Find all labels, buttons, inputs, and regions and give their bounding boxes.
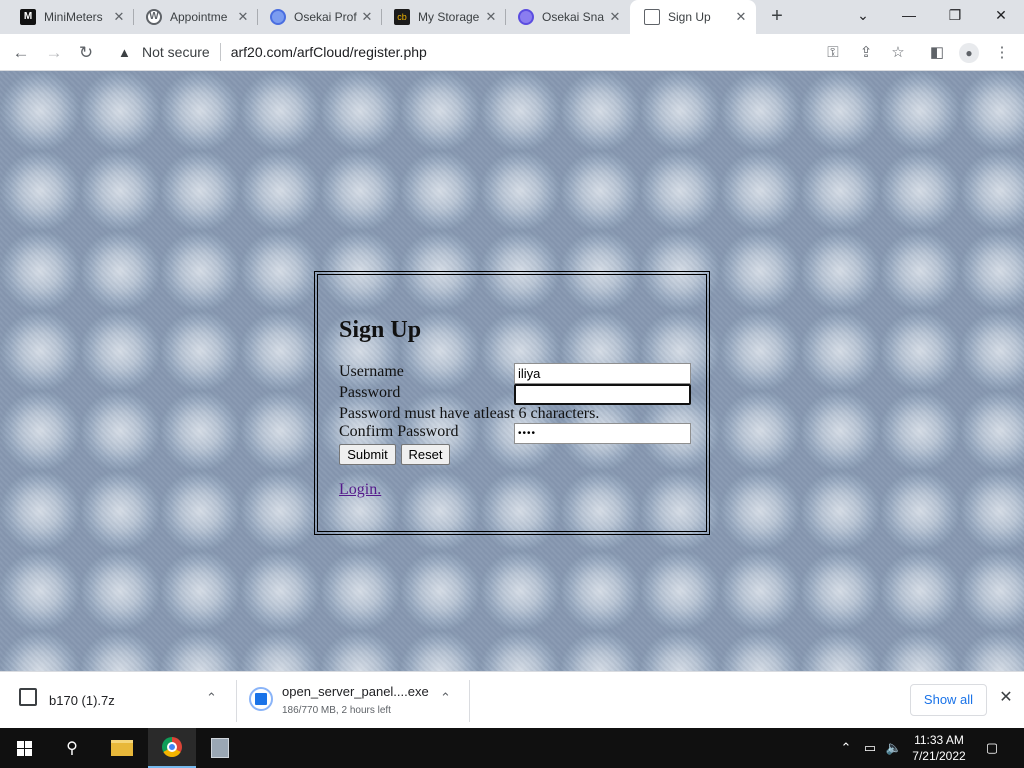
username-label: Username xyxy=(339,363,404,380)
password-label: Password xyxy=(339,384,401,401)
login-link[interactable]: Login. xyxy=(339,481,381,499)
show-all-button[interactable]: Show all xyxy=(910,684,987,716)
warning-icon[interactable]: ▲ xyxy=(118,45,134,60)
forward-button[interactable]: → xyxy=(41,40,67,66)
search-button[interactable]: ⚲ xyxy=(48,728,96,768)
folder-icon xyxy=(111,740,133,756)
clock-date: 7/21/2022 xyxy=(912,749,966,763)
file-explorer-button[interactable] xyxy=(98,728,146,768)
security-label[interactable]: Not secure xyxy=(142,44,210,60)
tab-minimeters[interactable]: M MiniMeters ✕ xyxy=(0,0,134,34)
search-icon: ⚲ xyxy=(66,740,78,757)
signup-form-box: Sign Up Username Password Password must … xyxy=(314,271,710,535)
tab-search-button[interactable]: ⌄ xyxy=(840,0,886,32)
tab-strip: M MiniMeters ✕ W Appointme ✕ Osekai Prof… xyxy=(0,0,1024,34)
reset-button[interactable]: Reset xyxy=(401,444,450,465)
minimize-icon: — xyxy=(902,7,916,23)
show-hidden-icons-button[interactable]: ⌃ xyxy=(838,728,854,768)
confirm-password-input[interactable] xyxy=(514,423,691,444)
username-input[interactable] xyxy=(514,363,691,384)
close-icon[interactable]: ✕ xyxy=(484,10,498,24)
osekai-icon xyxy=(270,9,286,25)
close-icon[interactable]: ✕ xyxy=(360,10,374,24)
tab-appointments[interactable]: W Appointme ✕ xyxy=(134,0,258,34)
menu-kebab-icon[interactable]: ⋮ xyxy=(992,43,1012,63)
back-button[interactable]: ← xyxy=(8,40,34,66)
start-button[interactable] xyxy=(0,728,48,768)
close-icon[interactable]: ✕ xyxy=(608,10,622,24)
clock-time: 11:33 AM xyxy=(914,733,964,747)
download-shelf: b170 (1).7z ⌃ open_server_panel....exe 1… xyxy=(0,671,1024,728)
windows-taskbar: ⚲ ⌃ ▭ 🔈 11:33 AM 7/21/2022 ▢ xyxy=(0,728,1024,768)
close-icon: ✕ xyxy=(995,7,1007,23)
wordpress-icon: W xyxy=(146,9,162,25)
shelf-divider xyxy=(469,680,470,722)
reload-button[interactable]: ↻ xyxy=(73,40,99,66)
network-icon[interactable]: ▭ xyxy=(860,728,880,768)
app-taskbar-button[interactable] xyxy=(196,728,244,768)
arrow-left-icon: ← xyxy=(12,43,30,62)
page-viewport: Sign Up Username Password Password must … xyxy=(0,71,1024,671)
chevron-up-icon[interactable]: ⌃ xyxy=(206,690,217,706)
tab-title: MiniMeters xyxy=(44,10,103,24)
installer-icon xyxy=(249,687,273,711)
person-icon: ● xyxy=(965,46,973,60)
download-item[interactable]: open_server_panel....exe 186/770 MB, 2 h… xyxy=(237,672,469,729)
browser-toolbar: ← → ↻ ▲ Not secure arf20.com/arfCloud/re… xyxy=(0,34,1024,71)
windows-logo-icon xyxy=(16,740,32,756)
close-icon[interactable]: ✕ xyxy=(734,10,748,24)
notifications-icon[interactable]: ▢ xyxy=(982,728,1002,768)
tab-sign-up[interactable]: Sign Up ✕ xyxy=(630,0,756,34)
chevron-down-icon: ⌄ xyxy=(857,7,869,23)
close-icon[interactable]: ✕ xyxy=(112,10,126,24)
restore-button[interactable]: ❐ xyxy=(932,0,978,32)
close-icon[interactable]: ✕ xyxy=(236,10,250,24)
chrome-icon xyxy=(162,737,182,757)
archive-icon xyxy=(19,688,37,706)
restore-icon: ❐ xyxy=(948,7,962,23)
reload-icon: ↻ xyxy=(78,43,94,62)
side-panel-icon[interactable]: ◧ xyxy=(927,43,947,63)
chrome-taskbar-button[interactable] xyxy=(148,728,196,768)
download-item[interactable]: b170 (1).7z ⌃ xyxy=(0,672,236,729)
signup-form: Sign Up Username Password Password must … xyxy=(317,274,707,532)
password-input[interactable] xyxy=(514,384,691,405)
tab-osekai-snapshots[interactable]: Osekai Sna ✕ xyxy=(506,0,630,34)
storage-icon: cb xyxy=(394,9,410,25)
download-filename: b170 (1).7z xyxy=(49,693,115,708)
profile-avatar[interactable]: ● xyxy=(959,43,979,63)
arrow-right-icon: → xyxy=(45,43,63,62)
tab-my-storage[interactable]: cb My Storage ✕ xyxy=(382,0,506,34)
url-text[interactable]: arf20.com/arfCloud/register.php xyxy=(231,44,427,60)
bookmark-star-icon[interactable]: ☆ xyxy=(888,43,908,63)
close-icon[interactable]: ✕ xyxy=(997,689,1015,707)
password-hint: Password must have atleast 6 characters. xyxy=(339,405,600,422)
close-window-button[interactable]: ✕ xyxy=(978,0,1024,32)
page-icon xyxy=(644,9,660,25)
omnibox-divider xyxy=(219,43,221,61)
address-bar[interactable]: ▲ Not secure arf20.com/arfCloud/register… xyxy=(108,37,1020,67)
key-icon[interactable]: ⚿ xyxy=(823,43,843,63)
new-tab-button[interactable]: + xyxy=(766,6,788,28)
download-filename: open_server_panel....exe xyxy=(282,684,429,699)
osekai-icon xyxy=(518,9,534,25)
page-title: Sign Up xyxy=(339,317,422,343)
download-progress: 186/770 MB, 2 hours left xyxy=(282,705,391,716)
minimeters-icon: M xyxy=(20,9,36,25)
volume-icon[interactable]: 🔈 xyxy=(884,728,904,768)
submit-button[interactable]: Submit xyxy=(339,444,396,465)
share-icon[interactable]: ⇪ xyxy=(856,43,876,63)
chevron-up-icon: ⌃ xyxy=(840,740,852,755)
app-icon xyxy=(211,738,229,758)
minimize-button[interactable]: — xyxy=(886,0,932,32)
tab-osekai-profile[interactable]: Osekai Prof ✕ xyxy=(258,0,382,34)
confirm-password-label: Confirm Password xyxy=(339,423,459,440)
chevron-up-icon[interactable]: ⌃ xyxy=(440,690,451,706)
clock[interactable]: 11:33 AM 7/21/2022 xyxy=(904,732,974,764)
